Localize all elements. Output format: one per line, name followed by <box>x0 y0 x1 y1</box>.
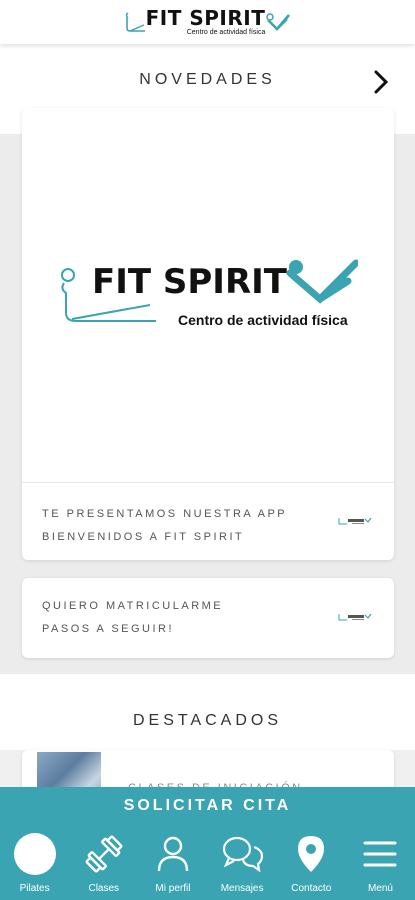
nav-label: Pilates <box>19 883 50 894</box>
app-logo: FIT SPIRIT Centro de actividad física <box>124 8 292 36</box>
news-thumbnail-logo <box>338 613 372 621</box>
user-icon <box>151 832 195 876</box>
location-pin-icon <box>289 832 333 876</box>
pilates-pose-icon <box>266 13 291 31</box>
logo-title: FIT SPIRIT <box>145 6 266 30</box>
news-image-logo: FIT SPIRIT Centro de actividad física <box>22 108 394 482</box>
nav-item-contacto[interactable]: Contacto <box>277 825 346 900</box>
dumbbell-icon <box>82 832 126 876</box>
divider <box>22 482 394 483</box>
novedades-title: NOVEDADES <box>139 71 276 88</box>
news-thumbnail-logo <box>338 517 372 525</box>
chat-icon <box>220 832 264 876</box>
nav-label: Clases <box>88 883 120 894</box>
news-subtitle: BIENVENIDOS A FIT SPIRIT <box>42 531 245 543</box>
chevron-right-icon[interactable] <box>371 68 391 96</box>
bottom-nav: Pilates Clases Mi perfil Mensajes Contac… <box>0 825 415 900</box>
news-headline: QUIERO MATRICULARME <box>42 600 224 612</box>
nav-label: Contacto <box>291 883 332 894</box>
pilates-figure-icon <box>125 12 145 32</box>
hero-logo-title: FIT SPIRIT <box>92 262 288 302</box>
nav-item-clases[interactable]: Clases <box>69 825 138 900</box>
news-card-welcome[interactable]: FIT SPIRIT Centro de actividad física TE… <box>22 108 394 560</box>
nav-label: Mi perfil <box>155 883 191 894</box>
circle-icon <box>13 832 57 876</box>
hamburger-menu-icon <box>358 832 402 876</box>
news-text: TE PRESENTAMOS NUESTRA APP BIENVENIDOS A… <box>42 503 287 549</box>
fit-spirit-logo: FIT SPIRIT Centro de actividad física <box>61 259 358 328</box>
hero-logo-subtitle: Centro de actividad física <box>178 312 348 328</box>
nav-label: Mensajes <box>220 883 264 894</box>
nav-item-mensajes[interactable]: Mensajes <box>208 825 277 900</box>
app-header: FIT SPIRIT Centro de actividad física <box>0 0 415 44</box>
destacados-title: DESTACADOS <box>132 712 283 729</box>
news-text: QUIERO MATRICULARME PASOS A SEGUIR! <box>42 595 223 641</box>
nav-label: Menú <box>367 883 393 894</box>
nav-item-mi-perfil[interactable]: Mi perfil <box>138 825 207 900</box>
news-subtitle: PASOS A SEGUIR! <box>42 623 175 635</box>
request-appointment-button[interactable]: SOLICITAR CITA <box>0 787 415 825</box>
request-appointment-label: SOLICITAR CITA <box>123 797 292 814</box>
logo-subtitle: Centro de actividad física <box>186 29 266 36</box>
destacados-header: DESTACADOS <box>0 674 415 750</box>
news-card-enroll[interactable]: QUIERO MATRICULARME PASOS A SEGUIR! <box>22 578 394 658</box>
news-headline: TE PRESENTAMOS NUESTRA APP <box>42 508 288 520</box>
nav-item-menu[interactable]: Menú <box>346 825 415 900</box>
nav-item-pilates[interactable]: Pilates <box>0 825 69 900</box>
